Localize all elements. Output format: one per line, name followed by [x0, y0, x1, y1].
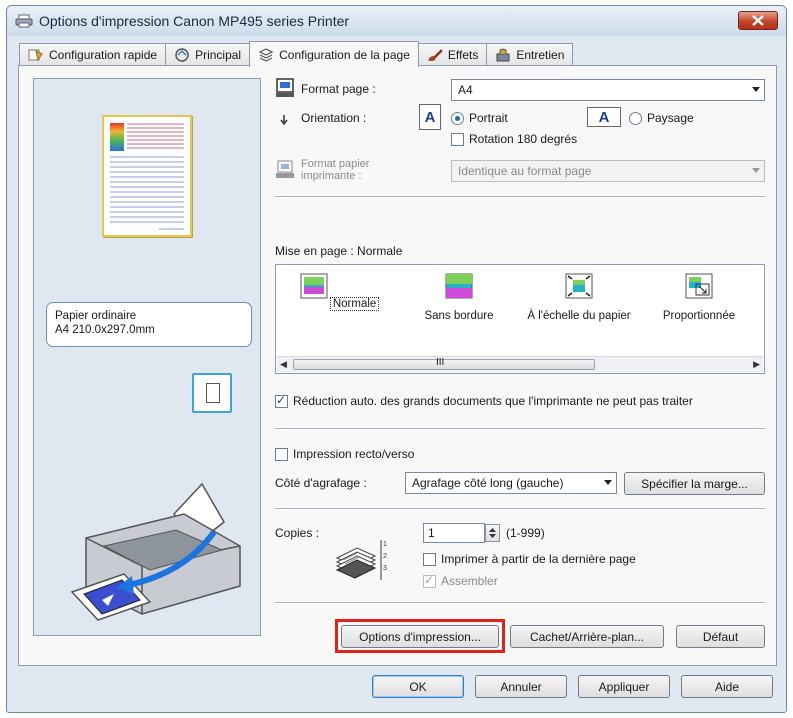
tab-page-setup[interactable]: Configuration de la page — [249, 41, 419, 67]
chevron-down-icon — [752, 87, 760, 92]
landscape-radio[interactable] — [629, 111, 642, 125]
layout-item-scaled[interactable]: Proportionnée — [644, 273, 754, 322]
rotate-180-checkbox[interactable] — [451, 132, 464, 146]
layout-list[interactable]: Normale Sans bordure À l'échelle du papi… — [275, 264, 765, 374]
divider — [275, 428, 765, 430]
normal-layout-icon — [300, 273, 328, 299]
orientation-label: Orientation : — [301, 111, 367, 125]
auto-reduce-option[interactable]: Réduction auto. des grands documents que… — [275, 393, 693, 408]
scroll-left-icon[interactable]: ◀ — [280, 359, 287, 370]
main-tab-icon — [175, 48, 189, 62]
cancel-button[interactable]: Annuler — [475, 675, 567, 698]
printer-paper-size-select[interactable]: Identique au format page — [451, 160, 765, 182]
fit-to-page-layout-icon — [565, 273, 593, 299]
portrait-option[interactable]: Portrait — [451, 111, 508, 125]
divider — [275, 196, 765, 198]
specify-margin-button[interactable]: Spécifier la marge... — [624, 472, 765, 495]
tab-strip: Configuration rapide Principal Configura… — [19, 40, 574, 67]
portrait-radio[interactable] — [451, 111, 464, 125]
orientation-preview-icon — [192, 373, 232, 413]
auto-reduce-checkbox[interactable] — [275, 393, 288, 408]
copies-input[interactable]: 1 — [423, 523, 485, 543]
printer-paper-size-label: Format papier imprimante : — [301, 158, 370, 182]
tab-main[interactable]: Principal — [165, 43, 251, 66]
layout-item-fit-to-page[interactable]: À l'échelle du papier — [524, 273, 634, 322]
duplex-option[interactable]: Impression recto/verso — [275, 447, 414, 461]
print-options-window: Options d'impression Canon MP495 series … — [6, 5, 787, 713]
page-preview — [102, 115, 192, 237]
chevron-down-icon — [604, 480, 612, 485]
page-setup-icon — [258, 47, 274, 62]
tab-maintenance[interactable]: Entretien — [486, 43, 574, 66]
svg-text:3: 3 — [383, 565, 387, 572]
chevron-down-icon — [752, 168, 760, 173]
maintenance-icon — [496, 48, 510, 62]
page-setup-panel: Papier ordinaire A4 210.0x297.0mm Format… — [18, 65, 777, 666]
stapling-side-label: Côté d'agrafage : — [275, 476, 367, 490]
window-title: Options d'impression Canon MP495 series … — [39, 13, 350, 29]
page-size-select[interactable]: A4 — [451, 79, 765, 101]
scroll-thumb[interactable]: III — [293, 357, 595, 370]
reverse-order-option[interactable]: Imprimer à partir de la dernière page — [423, 552, 636, 566]
stamp-background-button[interactable]: Cachet/Arrière-plan... — [510, 625, 664, 648]
ok-button[interactable]: OK — [372, 675, 464, 698]
layout-label: Mise en page : Normale — [275, 244, 403, 258]
landscape-a-icon: A — [587, 107, 621, 127]
close-icon — [752, 15, 764, 26]
collate-checkbox[interactable] — [423, 573, 436, 588]
copies-spinner[interactable] — [485, 524, 500, 542]
title-bar: Options d'impression Canon MP495 series … — [7, 6, 786, 36]
svg-text:2: 2 — [383, 553, 387, 560]
media-type: Papier ordinaire — [55, 310, 137, 322]
tab-quick-setup[interactable]: Configuration rapide — [19, 43, 167, 66]
divider — [275, 602, 765, 604]
page-size-icon — [276, 78, 294, 97]
layout-scrollbar[interactable]: ◀ III ▶ — [277, 356, 763, 372]
printer-icon — [15, 14, 33, 28]
brush-icon — [428, 49, 443, 61]
borderless-layout-icon — [445, 273, 473, 299]
divider — [275, 508, 765, 510]
reverse-order-checkbox[interactable] — [423, 552, 436, 566]
copies-stack-icon: 1 2 3 — [335, 540, 387, 580]
printer-paper-size-icon — [276, 160, 294, 178]
media-info-box: Papier ordinaire A4 210.0x297.0mm — [46, 302, 252, 347]
copies-range: (1-999) — [506, 526, 545, 540]
tab-effects[interactable]: Effets — [417, 43, 488, 66]
duplex-checkbox[interactable] — [275, 447, 288, 461]
orientation-icon — [280, 115, 288, 126]
layout-item-borderless[interactable]: Sans bordure — [404, 273, 514, 322]
portrait-a-icon: A — [419, 104, 441, 130]
print-options-button[interactable]: Options d'impression... — [341, 625, 499, 648]
layout-item-normal[interactable]: Normale — [284, 273, 394, 311]
landscape-option[interactable]: Paysage — [629, 111, 694, 125]
collate-option[interactable]: Assembler — [423, 573, 498, 588]
media-size: A4 210.0x297.0mm — [55, 324, 155, 336]
defaults-button[interactable]: Défaut — [676, 625, 765, 648]
svg-text:1: 1 — [383, 541, 387, 548]
help-button[interactable]: Aide — [681, 675, 773, 698]
preview-pane: Papier ordinaire A4 210.0x297.0mm — [33, 78, 261, 636]
close-button[interactable] — [738, 11, 778, 30]
scaled-layout-icon — [685, 273, 713, 299]
page-size-label: Format page : — [301, 82, 376, 96]
scroll-right-icon[interactable]: ▶ — [753, 359, 760, 370]
page-preview-content — [110, 123, 184, 230]
stapling-side-select[interactable]: Agrafage côté long (gauche) — [405, 472, 617, 494]
copies-label: Copies : — [275, 526, 320, 540]
printer-illustration — [70, 482, 241, 621]
quick-setup-icon — [28, 49, 43, 62]
rotate-180-option[interactable]: Rotation 180 degrés — [451, 132, 577, 146]
apply-button[interactable]: Appliquer — [578, 675, 670, 698]
spinner-arrows-icon — [489, 528, 496, 538]
